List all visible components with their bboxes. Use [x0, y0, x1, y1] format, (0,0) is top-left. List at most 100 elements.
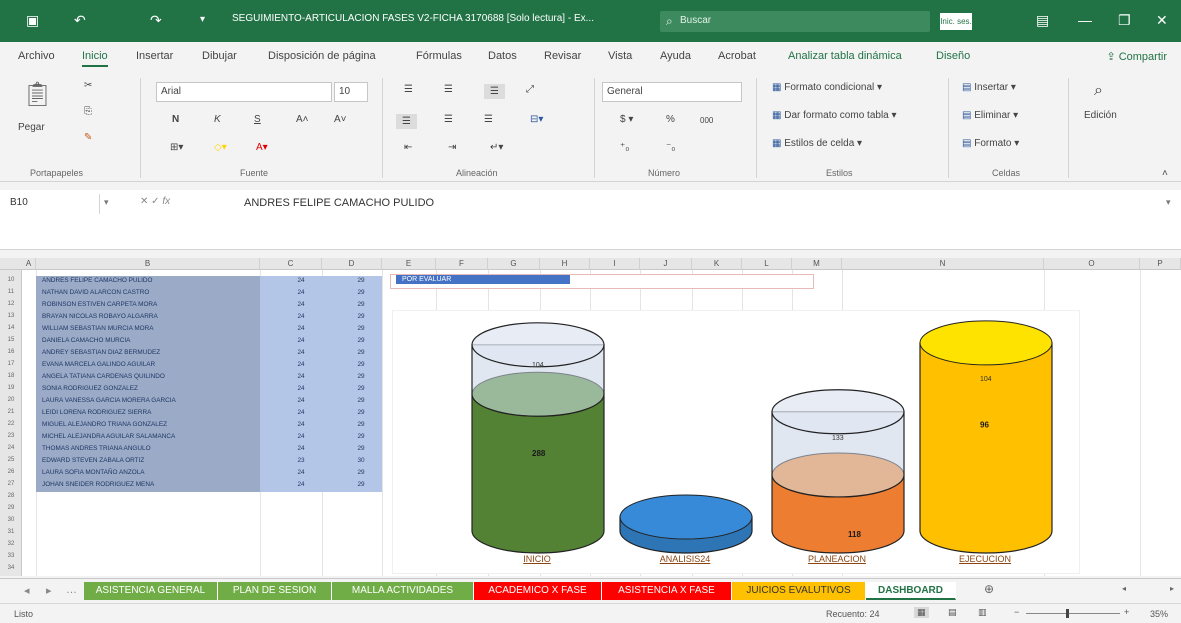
search-box[interactable]: ⌕ Buscar: [660, 11, 930, 32]
decrease-decimal-icon[interactable]: ⁻₀: [666, 142, 675, 153]
table-row[interactable]: ANDRES FELIPE CAMACHO PULIDO 24 29: [36, 276, 382, 285]
cell-c[interactable]: 24: [286, 480, 316, 489]
row-header[interactable]: 27: [0, 480, 22, 489]
student-name[interactable]: ROBINSON ESTIVEN CARPETA MORA: [42, 300, 260, 309]
tab-acrobat[interactable]: Acrobat: [718, 50, 756, 62]
table-row[interactable]: MICHEL ALEJANDRA AGUILAR SALAMANCA 24 29: [36, 432, 382, 441]
increase-indent-icon[interactable]: ⇥: [448, 142, 456, 153]
format-as-table-button[interactable]: ▦ Dar formato como tabla ▾: [772, 110, 897, 121]
tab-vista[interactable]: Vista: [608, 50, 632, 62]
tab-inicio[interactable]: Inicio: [82, 50, 108, 67]
page-break-icon[interactable]: ▥: [978, 607, 987, 618]
format-painter-icon[interactable]: ✎: [84, 132, 92, 143]
student-name[interactable]: BRAYAN NICOLAS ROBAYO ALGARRA: [42, 312, 260, 321]
cell-d[interactable]: 29: [346, 420, 376, 429]
cell-c[interactable]: 24: [286, 468, 316, 477]
hscroll-right-icon[interactable]: ▸: [1170, 584, 1174, 593]
formula-input[interactable]: ANDRES FELIPE CAMACHO PULIDO: [244, 197, 434, 209]
sheet-tab[interactable]: PLAN DE SESION: [218, 582, 332, 600]
cell-c[interactable]: 24: [286, 276, 316, 285]
normal-view-icon[interactable]: ▦: [914, 607, 929, 618]
expand-formula-icon[interactable]: ▾: [1166, 197, 1171, 208]
row-header[interactable]: 24: [0, 444, 22, 453]
prev-sheet-icon[interactable]: ◂: [24, 584, 30, 597]
merge-icon[interactable]: ⊟▾: [530, 114, 543, 125]
row-header[interactable]: 13: [0, 312, 22, 321]
table-row[interactable]: EDWARD STEVEN ZABALA ORTIZ 23 30: [36, 456, 382, 465]
student-name[interactable]: MIGUEL ALEJANDRO TRIANA GONZALEZ: [42, 420, 260, 429]
row-header[interactable]: 32: [0, 540, 22, 549]
format-cells-button[interactable]: ▤ Formato ▾: [962, 138, 1019, 149]
table-row[interactable]: LAURA VANESSA GARCIA MORERA GARCIA 24 29: [36, 396, 382, 405]
editing-search-icon[interactable]: ⌕: [1094, 82, 1103, 100]
cell-c[interactable]: 23: [286, 456, 316, 465]
underline-button[interactable]: S: [254, 114, 261, 125]
column-header[interactable]: B: [36, 258, 260, 270]
delete-cells-button[interactable]: ▤ Eliminar ▾: [962, 110, 1018, 121]
row-header[interactable]: 14: [0, 324, 22, 333]
close-icon[interactable]: ✕: [1156, 12, 1168, 29]
table-row[interactable]: ANGELA TATIANA CARDENAS QUILINDO 24 29: [36, 372, 382, 381]
column-header[interactable]: I: [590, 258, 640, 270]
collapse-ribbon-icon[interactable]: ˄: [1162, 168, 1168, 179]
italic-button[interactable]: K: [214, 114, 221, 125]
insert-cells-button[interactable]: ▤ Insertar ▾: [962, 82, 1016, 93]
wrap-text-icon[interactable]: ↵▾: [490, 142, 503, 153]
tab-disposicion[interactable]: Disposición de página: [268, 50, 376, 62]
currency-icon[interactable]: $ ▾: [620, 114, 633, 125]
student-name[interactable]: LAURA SOFIA MONTAÑO ANZOLA: [42, 468, 260, 477]
thousands-icon[interactable]: 000: [700, 116, 713, 125]
column-header[interactable]: M: [792, 258, 842, 270]
copy-icon[interactable]: ⎘: [84, 106, 92, 117]
table-row[interactable]: ANDREY SEBASTIAN DIAZ BERMUDEZ 24 29: [36, 348, 382, 357]
row-header[interactable]: 15: [0, 336, 22, 345]
editing-button[interactable]: Edición: [1084, 110, 1117, 121]
align-middle-icon[interactable]: ☰: [444, 84, 453, 95]
cell-d[interactable]: 29: [346, 336, 376, 345]
student-name[interactable]: WILLIAM SEBASTIAN MURCIA MORA: [42, 324, 260, 333]
align-center-icon[interactable]: ☰: [444, 114, 453, 125]
row-header[interactable]: 23: [0, 432, 22, 441]
add-sheet-icon[interactable]: ⊕: [984, 582, 994, 596]
cell-d[interactable]: 29: [346, 396, 376, 405]
cell-c[interactable]: 24: [286, 372, 316, 381]
cell-c[interactable]: 24: [286, 420, 316, 429]
cell-c[interactable]: 24: [286, 300, 316, 309]
tab-revisar[interactable]: Revisar: [544, 50, 581, 62]
cell-d[interactable]: 29: [346, 468, 376, 477]
row-header[interactable]: 20: [0, 396, 22, 405]
cell-d[interactable]: 30: [346, 456, 376, 465]
align-top-icon[interactable]: ☰: [404, 84, 413, 95]
next-sheet-icon[interactable]: ▸: [46, 584, 52, 597]
worksheet-grid[interactable]: ABCDEFGHIJKLMNOP 10 11 12 13 14 15 16 17 18 19 20 2…: [0, 258, 1181, 576]
orientation-icon[interactable]: ⤢: [526, 84, 534, 95]
name-box[interactable]: B10: [4, 194, 100, 214]
table-row[interactable]: SONIA RODRIGUEZ GONZALEZ 24 29: [36, 384, 382, 393]
cell-d[interactable]: 29: [346, 312, 376, 321]
customize-toolbar-icon[interactable]: ▾: [200, 14, 205, 25]
cell-c[interactable]: 24: [286, 432, 316, 441]
row-header[interactable]: 29: [0, 504, 22, 513]
conditional-format-button[interactable]: ▦ Formato condicional ▾: [772, 82, 882, 93]
cell-c[interactable]: 24: [286, 384, 316, 393]
cell-c[interactable]: 24: [286, 408, 316, 417]
zoom-slider-thumb[interactable]: [1066, 609, 1069, 618]
cell-c[interactable]: 24: [286, 324, 316, 333]
chart-area[interactable]: 288 104 118 133 96 104: [392, 310, 1080, 574]
table-row[interactable]: NATHAN DAVID ALARCON CASTRO 24 29: [36, 288, 382, 297]
align-right-icon[interactable]: ☰: [484, 114, 493, 125]
cell-d[interactable]: 29: [346, 288, 376, 297]
cell-c[interactable]: 24: [286, 360, 316, 369]
percent-icon[interactable]: %: [666, 114, 675, 125]
font-size-select[interactable]: 10: [334, 82, 368, 102]
column-header[interactable]: G: [488, 258, 540, 270]
column-header[interactable]: A: [22, 258, 36, 270]
column-header[interactable]: H: [540, 258, 590, 270]
sheet-tab[interactable]: ASISTENCIA X FASE: [602, 582, 732, 600]
sheet-tab[interactable]: DASHBOARD: [866, 582, 956, 600]
column-header[interactable]: D: [322, 258, 382, 270]
tab-dibujar[interactable]: Dibujar: [202, 50, 237, 62]
share-button[interactable]: ⇪ Compartir: [1106, 50, 1167, 63]
align-left-icon[interactable]: ☰: [396, 114, 417, 129]
cell-c[interactable]: 24: [286, 288, 316, 297]
